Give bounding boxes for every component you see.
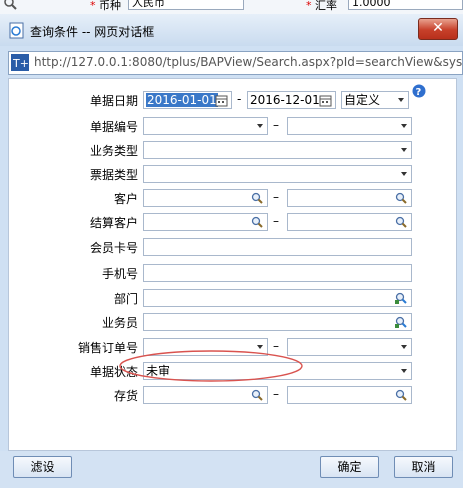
sales-order-to-select[interactable] [287,338,412,356]
calendar-icon[interactable] [319,94,333,108]
date-dash: - [237,92,242,106]
doc-no-label: 单据编号 [89,120,138,134]
date-range-select[interactable]: 自定义 [341,91,409,109]
cancel-button[interactable]: 取消 [394,456,453,478]
search-icon[interactable] [251,389,263,401]
search-icon[interactable] [251,192,263,204]
range-dash: – [273,387,279,401]
biz-type-label: 业务类型 [89,144,138,158]
svg-text:?: ? [416,87,422,98]
phone-label: 手机号 [101,267,138,281]
biz-type-select[interactable] [143,141,412,159]
close-button[interactable]: ✕ [418,18,458,40]
chevron-down-icon [401,369,407,373]
help-icon[interactable]: ? [412,84,426,98]
salesperson-input[interactable] [143,313,412,331]
highlight-ellipse [119,350,303,382]
search-icon[interactable] [395,192,407,204]
chevron-down-icon [401,345,407,349]
phone-input[interactable] [143,264,412,282]
salesperson-lookup-icon[interactable] [395,316,407,328]
currency-select[interactable]: 人民币 [128,0,244,10]
customer-from-input[interactable] [143,189,268,207]
department-input[interactable] [143,289,412,307]
svg-text:T+: T+ [12,57,29,70]
chevron-down-icon [401,172,407,176]
window-title: 查询条件 -- 网页对话框 [30,25,155,39]
member-card-input[interactable] [143,238,412,256]
search-icon[interactable] [395,389,407,401]
bill-type-select[interactable] [143,165,412,183]
doc-no-from-select[interactable] [143,117,268,135]
search-icon [4,0,17,10]
chevron-down-icon [401,148,407,152]
chevron-down-icon [401,124,407,128]
inventory-to-input[interactable] [287,386,412,404]
department-label: 部门 [113,292,138,306]
page-icon [9,22,24,39]
search-icon[interactable] [395,216,407,228]
currency-label: * 币种 [90,0,121,12]
range-dash: – [273,214,279,228]
salesperson-label: 业务员 [101,316,138,330]
settle-customer-label: 结算客户 [89,216,138,230]
date-to-input[interactable]: 2016-12-01 [247,91,336,109]
inventory-label: 存货 [113,389,138,403]
customer-label: 客户 [113,192,138,206]
address-text: http://127.0.0.1:8080/tplus/BAPView/Sear… [34,55,463,69]
range-dash: – [273,118,279,132]
chevron-down-icon [257,124,263,128]
rate-label: * 汇率 [306,0,337,12]
background-page: * 币种 人民币 * 汇率 1.0000 [0,0,463,14]
settle-customer-to-input[interactable] [287,213,412,231]
ok-button[interactable]: 确定 [320,456,379,478]
range-dash: – [273,190,279,204]
date-from-input[interactable]: 2016-01-01 [143,91,232,109]
settle-customer-from-input[interactable] [143,213,268,231]
chevron-down-icon [398,98,404,102]
date-label: 单据日期 [89,94,138,108]
filter-settings-button[interactable]: 滤设 [13,456,72,478]
bill-type-label: 票据类型 [89,168,138,182]
department-lookup-icon[interactable] [395,292,407,304]
member-card-label: 会员卡号 [89,241,138,255]
calendar-icon[interactable] [215,94,229,108]
site-icon: T+ [11,54,29,71]
search-icon[interactable] [251,216,263,228]
doc-no-to-select[interactable] [287,117,412,135]
inventory-from-input[interactable] [143,386,268,404]
customer-to-input[interactable] [287,189,412,207]
rate-input[interactable]: 1.0000 [348,0,463,10]
